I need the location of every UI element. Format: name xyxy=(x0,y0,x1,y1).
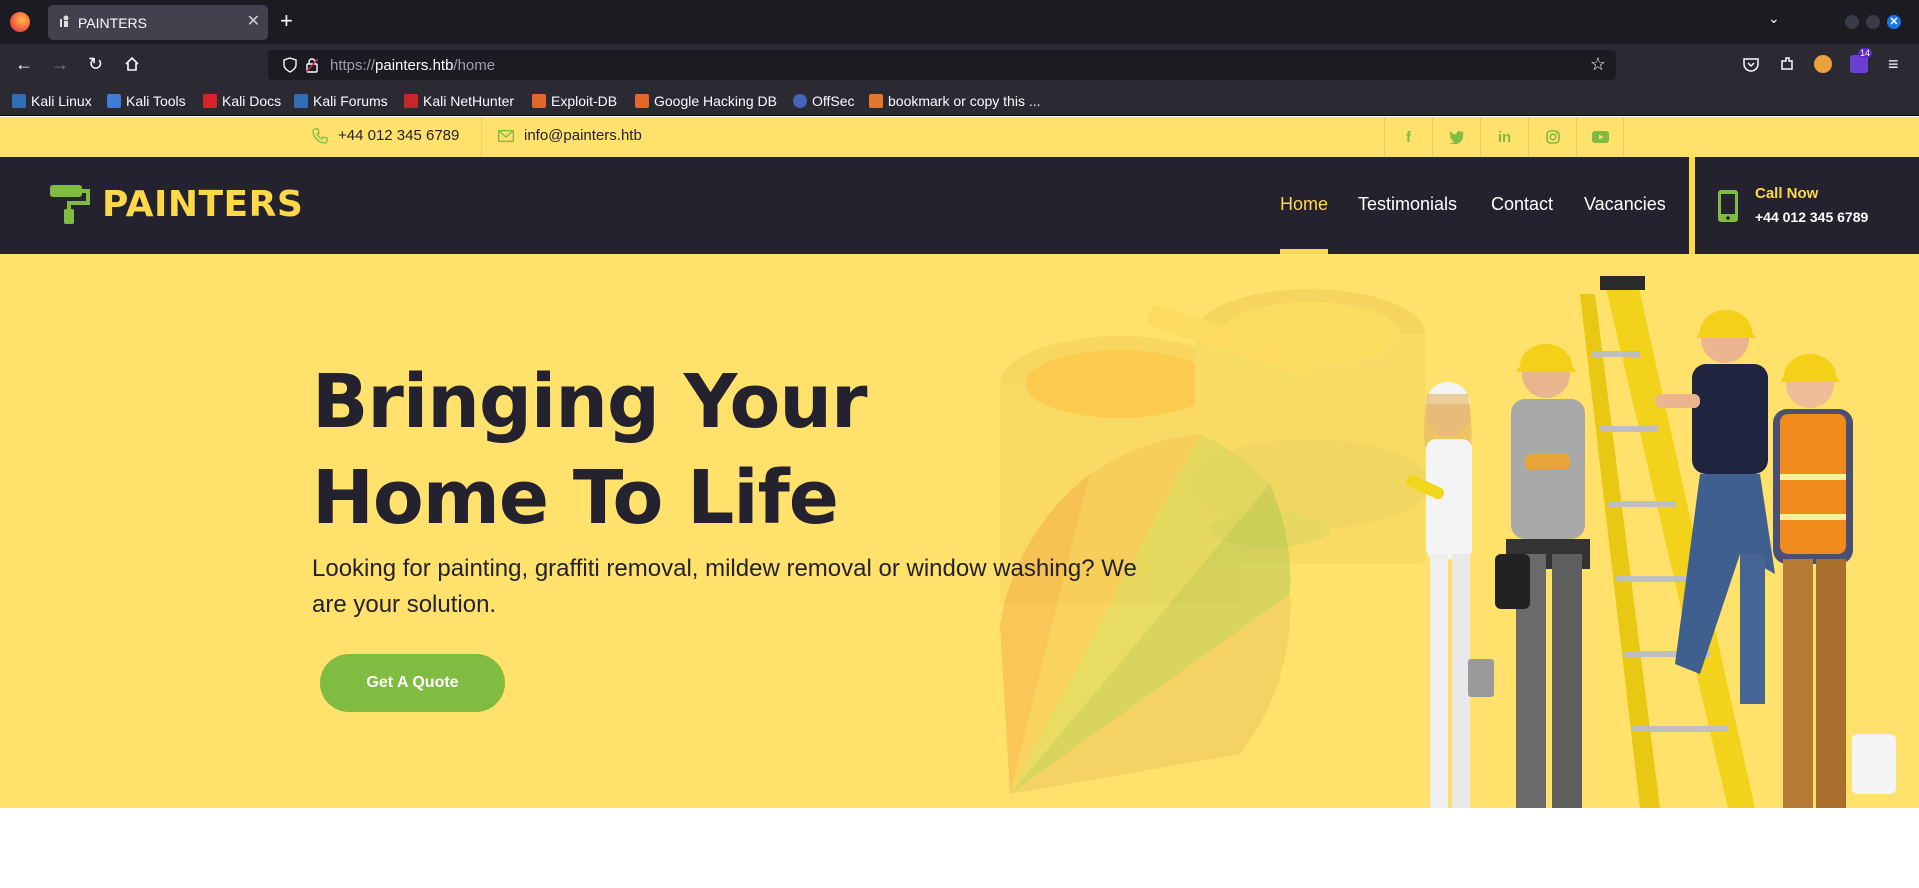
site-header: PAINTERS Home Testimonials Contact Vacan… xyxy=(0,157,1919,254)
bookmark-offsec[interactable]: OffSec xyxy=(793,92,855,110)
reload-icon[interactable]: ↻ xyxy=(88,54,103,74)
tracking-shield-icon[interactable] xyxy=(282,57,298,73)
facebook-icon[interactable]: f xyxy=(1384,117,1432,157)
bookmark-exploit-db[interactable]: Exploit-DB xyxy=(532,92,617,110)
envelope-icon xyxy=(498,129,514,142)
brand-logo[interactable]: PAINTERS xyxy=(48,183,303,225)
kali-dragon-icon xyxy=(12,94,26,108)
tab-close-icon[interactable]: ✕ xyxy=(247,13,260,31)
url-path: /home xyxy=(453,57,496,74)
topbar-phone-text: +44 012 345 6789 xyxy=(338,127,460,144)
bookmark-kali-forums[interactable]: Kali Forums xyxy=(294,92,388,110)
hero-subtitle: Looking for painting, graffiti removal, … xyxy=(312,555,1137,618)
hero-title: Bringing Your Home To Life xyxy=(312,359,868,541)
home-icon[interactable] xyxy=(124,56,140,72)
url-host: painters.htb xyxy=(375,57,454,74)
close-window-icon[interactable]: ✕ xyxy=(1887,15,1901,29)
hero-section: Bringing Your Home To Life Looking for p… xyxy=(0,254,1919,808)
app-menu-icon[interactable]: ≡ xyxy=(1888,54,1899,74)
browser-navigation-bar: ← → ↻ https://painters.htb/home ☆ 14 ≡ xyxy=(0,44,1919,86)
kali-docs-icon xyxy=(203,94,217,108)
url-prefix: https:// xyxy=(330,57,376,74)
instagram-icon[interactable] xyxy=(1528,117,1576,157)
back-icon[interactable]: ← xyxy=(15,54,33,74)
mobile-phone-icon xyxy=(1718,190,1738,222)
brand-name: PAINTERS xyxy=(102,183,304,225)
topbar-email-text: info@painters.htb xyxy=(524,127,642,144)
bookmark-label: Kali Linux xyxy=(31,93,92,109)
nav-contact[interactable]: Contact xyxy=(1491,194,1553,215)
nav-testimonials[interactable]: Testimonials xyxy=(1358,194,1457,215)
url-text: https://painters.htb/home xyxy=(330,57,495,74)
lock-icon[interactable] xyxy=(304,57,320,73)
firefox-menu-icon[interactable] xyxy=(10,12,30,32)
new-tab-icon[interactable]: + xyxy=(280,9,293,33)
kali-tools-icon xyxy=(107,94,121,108)
bookmark-page-icon xyxy=(869,94,883,108)
bookmark-kali-docs[interactable]: Kali Docs xyxy=(203,92,281,110)
list-tabs-icon[interactable]: ⌄ xyxy=(1768,10,1780,27)
bookmark-kali-tools[interactable]: Kali Tools xyxy=(107,92,186,110)
extension-badge: 14 xyxy=(1858,48,1873,58)
offsec-icon xyxy=(793,94,807,108)
bookmark-star-icon[interactable]: ☆ xyxy=(1590,54,1606,75)
pocket-icon[interactable] xyxy=(1742,55,1760,73)
call-divider xyxy=(1689,157,1695,254)
call-now-number[interactable]: +44 012 345 6789 xyxy=(1755,209,1868,225)
extension-icon[interactable]: 14 xyxy=(1850,48,1873,73)
bookmark-kali-linux[interactable]: Kali Linux xyxy=(12,92,92,110)
address-bar[interactable]: https://painters.htb/home ☆ xyxy=(268,50,1616,80)
painter-favicon-icon xyxy=(60,15,69,27)
hero-painters-illustration xyxy=(1000,276,1896,808)
bookmark-label: Kali Forums xyxy=(313,93,388,109)
topbar-divider xyxy=(481,117,482,157)
get-a-quote-button[interactable]: Get A Quote xyxy=(320,654,505,712)
linkedin-icon[interactable]: in xyxy=(1480,117,1528,157)
nethunter-icon xyxy=(404,94,418,108)
twitter-icon[interactable] xyxy=(1432,117,1480,157)
bookmark-label: Kali Tools xyxy=(126,93,186,109)
maximize-window-icon[interactable] xyxy=(1866,15,1880,29)
phone-icon xyxy=(312,127,328,144)
browser-tab[interactable]: PAINTERS ✕ xyxy=(48,5,268,40)
bookmark-label: OffSec xyxy=(812,93,855,109)
nav-vacancies[interactable]: Vacancies xyxy=(1584,194,1666,215)
bookmark-label: bookmark or copy this ... xyxy=(888,93,1041,109)
account-avatar-icon[interactable] xyxy=(1814,55,1832,73)
tab-title: PAINTERS xyxy=(78,15,147,31)
nav-home[interactable]: Home xyxy=(1280,194,1328,215)
topbar-phone[interactable]: +44 012 345 6789 xyxy=(312,127,459,144)
next-section xyxy=(0,808,1919,888)
extensions-icon[interactable] xyxy=(1778,55,1796,73)
forward-icon[interactable]: → xyxy=(51,54,69,74)
bookmark-label: Kali NetHunter xyxy=(423,93,515,109)
exploit-db-icon xyxy=(532,94,546,108)
browser-tab-bar: PAINTERS ✕ + ⌄ ✕ xyxy=(0,0,1919,44)
bookmark-google-hacking-db[interactable]: Google Hacking DB xyxy=(635,92,777,110)
bookmark-label: Exploit-DB xyxy=(551,93,618,109)
bookmark-label: Kali Docs xyxy=(222,93,282,109)
youtube-icon[interactable] xyxy=(1576,117,1624,157)
bookmark-kali-nethunter[interactable]: Kali NetHunter xyxy=(404,92,514,110)
paint-roller-icon xyxy=(50,185,90,224)
minimize-window-icon[interactable] xyxy=(1845,15,1859,29)
ghdb-icon xyxy=(635,94,649,108)
topbar-email[interactable]: info@painters.htb xyxy=(498,127,642,144)
contact-topbar: +44 012 345 6789 info@painters.htb f in xyxy=(0,117,1919,157)
call-now-label: Call Now xyxy=(1755,185,1819,202)
kali-forums-icon xyxy=(294,94,308,108)
bookmark-copy-this[interactable]: bookmark or copy this ... xyxy=(869,92,1041,110)
bookmark-label: Google Hacking DB xyxy=(654,93,777,109)
bookmarks-toolbar: Kali Linux Kali Tools Kali Docs Kali For… xyxy=(0,86,1919,116)
